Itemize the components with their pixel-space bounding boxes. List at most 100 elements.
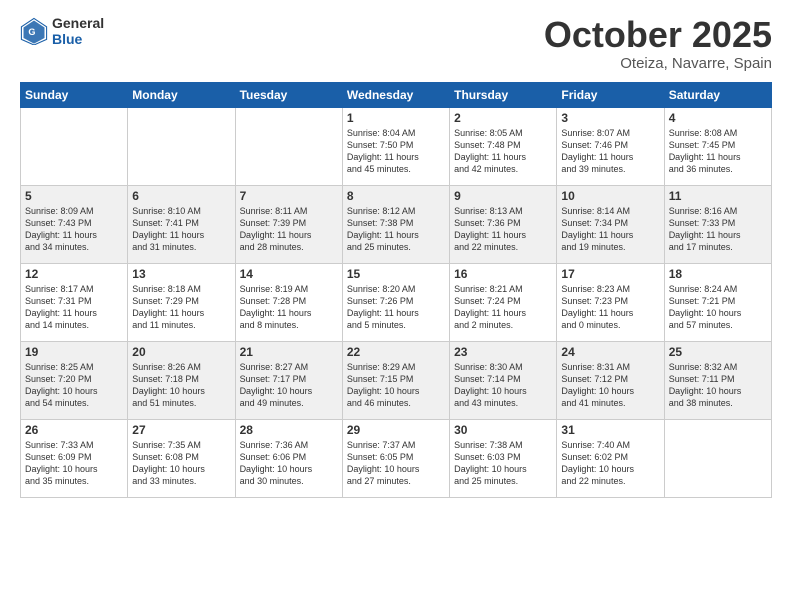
day-number: 12 — [25, 267, 123, 281]
day-info: Sunrise: 8:12 AM Sunset: 7:38 PM Dayligh… — [347, 205, 445, 254]
day-number: 4 — [669, 111, 767, 125]
day-number: 20 — [132, 345, 230, 359]
header: G General Blue October 2025 Oteiza, Nava… — [20, 15, 772, 72]
calendar-cell: 26Sunrise: 7:33 AM Sunset: 6:09 PM Dayli… — [21, 419, 128, 497]
calendar-cell: 30Sunrise: 7:38 AM Sunset: 6:03 PM Dayli… — [450, 419, 557, 497]
day-number: 10 — [561, 189, 659, 203]
day-info: Sunrise: 7:36 AM Sunset: 6:06 PM Dayligh… — [240, 439, 338, 488]
calendar-cell: 22 Sunrise: 8:29 AM Sunset: 7:15 PM Dayli… — [342, 341, 449, 419]
day-info: Sunrise: 8:24 AM Sunset: 7:21 PM Dayligh… — [669, 283, 767, 332]
calendar-cell — [664, 419, 771, 497]
day-info: Sunrise: 8:18 AM Sunset: 7:29 PM Dayligh… — [132, 283, 230, 332]
day-number: 14 — [240, 267, 338, 281]
calendar-cell: 7 Sunrise: 8:11 AM Sunset: 7:39 PM Daylig… — [235, 185, 342, 263]
calendar-cell: 19Sunrise: 8:25 AM Sunset: 7:20 PM Dayli… — [21, 341, 128, 419]
day-info: Sunrise: 8:04 AM Sunset: 7:50 PM Dayligh… — [347, 127, 445, 176]
day-info: Sunrise: 7:38 AM Sunset: 6:03 PM Dayligh… — [454, 439, 552, 488]
calendar-table: SundayMondayTuesdayWednesdayThursdayFrid… — [20, 82, 772, 498]
calendar-week-row: 5Sunrise: 8:09 AM Sunset: 7:43 PM Daylig… — [21, 185, 772, 263]
calendar-cell: 13 Sunrise: 8:18 AM Sunset: 7:29 PM Dayli… — [128, 263, 235, 341]
day-info: Sunrise: 7:35 AM Sunset: 6:08 PM Dayligh… — [132, 439, 230, 488]
calendar-cell: 17Sunrise: 8:23 AM Sunset: 7:23 PM Dayli… — [557, 263, 664, 341]
day-info: Sunrise: 8:32 AM Sunset: 7:11 PM Dayligh… — [669, 361, 767, 410]
weekday-header-tuesday: Tuesday — [235, 82, 342, 107]
calendar-cell — [128, 107, 235, 185]
weekday-header-sunday: Sunday — [21, 82, 128, 107]
day-number: 28 — [240, 423, 338, 437]
calendar-cell: 16 Sunrise: 8:21 AM Sunset: 7:24 PM Dayli… — [450, 263, 557, 341]
day-number: 21 — [240, 345, 338, 359]
day-info: Sunrise: 8:31 AM Sunset: 7:12 PM Dayligh… — [561, 361, 659, 410]
day-number: 11 — [669, 189, 767, 203]
day-info: Sunrise: 8:27 AM Sunset: 7:17 PM Dayligh… — [240, 361, 338, 410]
day-info: Sunrise: 7:40 AM Sunset: 6:02 PM Dayligh… — [561, 439, 659, 488]
calendar-cell: 29 Sunrise: 7:37 AM Sunset: 6:05 PM Dayli… — [342, 419, 449, 497]
calendar-cell — [235, 107, 342, 185]
day-number: 25 — [669, 345, 767, 359]
logo-text: General Blue — [52, 15, 104, 47]
location-subtitle: Oteiza, Navarre, Spain — [544, 55, 772, 72]
calendar-cell: 12 Sunrise: 8:17 AM Sunset: 7:31 PM Dayli… — [21, 263, 128, 341]
day-number: 3 — [561, 111, 659, 125]
calendar-cell: 18Sunrise: 8:24 AM Sunset: 7:21 PM Dayli… — [664, 263, 771, 341]
day-info: Sunrise: 8:20 AM Sunset: 7:26 PM Dayligh… — [347, 283, 445, 332]
day-number: 31 — [561, 423, 659, 437]
day-number: 2 — [454, 111, 552, 125]
calendar-week-row: 1 Sunrise: 8:04 AM Sunset: 7:50 PM Daylig… — [21, 107, 772, 185]
day-number: 6 — [132, 189, 230, 203]
day-info: Sunrise: 8:11 AM Sunset: 7:39 PM Dayligh… — [240, 205, 338, 254]
day-info: Sunrise: 8:08 AM Sunset: 7:45 PM Dayligh… — [669, 127, 767, 176]
calendar-cell: 9 Sunrise: 8:13 AM Sunset: 7:36 PM Daylig… — [450, 185, 557, 263]
weekday-header-saturday: Saturday — [664, 82, 771, 107]
day-info: Sunrise: 8:21 AM Sunset: 7:24 PM Dayligh… — [454, 283, 552, 332]
weekday-header-wednesday: Wednesday — [342, 82, 449, 107]
day-number: 29 — [347, 423, 445, 437]
svg-text:G: G — [28, 27, 35, 37]
title-block: October 2025 Oteiza, Navarre, Spain — [544, 15, 772, 72]
calendar-week-row: 19Sunrise: 8:25 AM Sunset: 7:20 PM Dayli… — [21, 341, 772, 419]
day-number: 15 — [347, 267, 445, 281]
day-number: 19 — [25, 345, 123, 359]
calendar-cell: 23 Sunrise: 8:30 AM Sunset: 7:14 PM Dayli… — [450, 341, 557, 419]
calendar-cell: 24 Sunrise: 8:31 AM Sunset: 7:12 PM Dayli… — [557, 341, 664, 419]
day-info: Sunrise: 8:19 AM Sunset: 7:28 PM Dayligh… — [240, 283, 338, 332]
day-number: 23 — [454, 345, 552, 359]
logo-general: General — [52, 15, 104, 31]
day-number: 5 — [25, 189, 123, 203]
day-info: Sunrise: 8:26 AM Sunset: 7:18 PM Dayligh… — [132, 361, 230, 410]
day-info: Sunrise: 8:29 AM Sunset: 7:15 PM Dayligh… — [347, 361, 445, 410]
day-info: Sunrise: 8:30 AM Sunset: 7:14 PM Dayligh… — [454, 361, 552, 410]
day-number: 13 — [132, 267, 230, 281]
day-info: Sunrise: 7:33 AM Sunset: 6:09 PM Dayligh… — [25, 439, 123, 488]
day-info: Sunrise: 8:10 AM Sunset: 7:41 PM Dayligh… — [132, 205, 230, 254]
calendar-cell: 3 Sunrise: 8:07 AM Sunset: 7:46 PM Daylig… — [557, 107, 664, 185]
day-info: Sunrise: 8:14 AM Sunset: 7:34 PM Dayligh… — [561, 205, 659, 254]
calendar-cell: 21 Sunrise: 8:27 AM Sunset: 7:17 PM Dayli… — [235, 341, 342, 419]
day-number: 24 — [561, 345, 659, 359]
weekday-header-thursday: Thursday — [450, 82, 557, 107]
day-info: Sunrise: 8:13 AM Sunset: 7:36 PM Dayligh… — [454, 205, 552, 254]
day-info: Sunrise: 7:37 AM Sunset: 6:05 PM Dayligh… — [347, 439, 445, 488]
logo-blue: Blue — [52, 31, 104, 47]
day-number: 1 — [347, 111, 445, 125]
calendar-cell: 20 Sunrise: 8:26 AM Sunset: 7:18 PM Dayli… — [128, 341, 235, 419]
calendar-cell: 1 Sunrise: 8:04 AM Sunset: 7:50 PM Daylig… — [342, 107, 449, 185]
calendar-cell: 15 Sunrise: 8:20 AM Sunset: 7:26 PM Dayli… — [342, 263, 449, 341]
day-info: Sunrise: 8:07 AM Sunset: 7:46 PM Dayligh… — [561, 127, 659, 176]
calendar-cell: 4 Sunrise: 8:08 AM Sunset: 7:45 PM Daylig… — [664, 107, 771, 185]
weekday-header-row: SundayMondayTuesdayWednesdayThursdayFrid… — [21, 82, 772, 107]
calendar-cell: 11Sunrise: 8:16 AM Sunset: 7:33 PM Dayli… — [664, 185, 771, 263]
calendar-cell: 10 Sunrise: 8:14 AM Sunset: 7:34 PM Dayli… — [557, 185, 664, 263]
month-title: October 2025 — [544, 15, 772, 55]
day-number: 16 — [454, 267, 552, 281]
calendar-cell: 5Sunrise: 8:09 AM Sunset: 7:43 PM Daylig… — [21, 185, 128, 263]
calendar-cell: 28 Sunrise: 7:36 AM Sunset: 6:06 PM Dayli… — [235, 419, 342, 497]
day-number: 9 — [454, 189, 552, 203]
day-number: 22 — [347, 345, 445, 359]
calendar-week-row: 26Sunrise: 7:33 AM Sunset: 6:09 PM Dayli… — [21, 419, 772, 497]
day-number: 7 — [240, 189, 338, 203]
day-number: 27 — [132, 423, 230, 437]
logo: G General Blue — [20, 15, 104, 47]
day-info: Sunrise: 8:17 AM Sunset: 7:31 PM Dayligh… — [25, 283, 123, 332]
day-info: Sunrise: 8:05 AM Sunset: 7:48 PM Dayligh… — [454, 127, 552, 176]
